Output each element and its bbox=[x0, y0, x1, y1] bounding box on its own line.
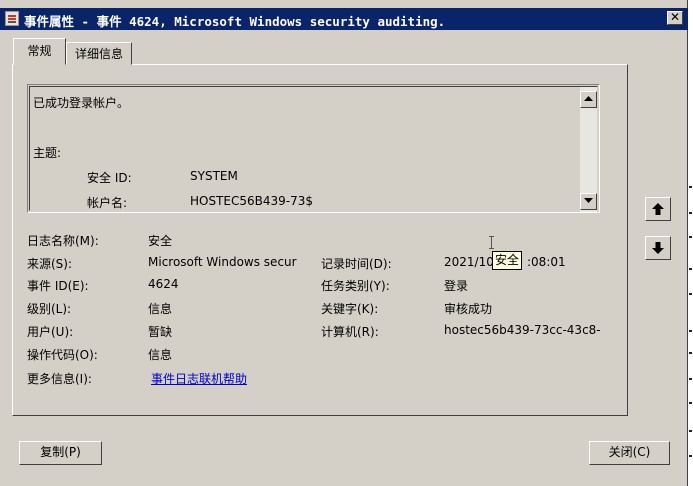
scroll-down-button[interactable] bbox=[580, 193, 597, 210]
log-name-label: 日志名称(M): bbox=[27, 234, 99, 248]
source-value[interactable]: Microsoft Windows secur bbox=[148, 255, 313, 269]
event-properties-window: 事件属性 - 事件 4624, Microsoft Windows securi… bbox=[0, 0, 688, 486]
logged-value-start[interactable]: 2021/10 bbox=[444, 255, 494, 269]
logged-value-end[interactable]: :08:01 bbox=[527, 255, 566, 269]
copy-button[interactable]: 复制(P) bbox=[19, 441, 102, 465]
description-line: 已成功登录帐户。 bbox=[33, 96, 130, 110]
level-value[interactable]: 信息 bbox=[148, 300, 172, 317]
keywords-label: 关键字(K): bbox=[321, 302, 379, 316]
description-subject-heading: 主题: bbox=[33, 146, 62, 160]
tooltip: 安全 bbox=[492, 251, 523, 270]
opcode-value[interactable]: 信息 bbox=[148, 346, 172, 363]
security-id-value: SYSTEM bbox=[190, 169, 238, 183]
close-window-button[interactable]: ✕ bbox=[667, 11, 683, 25]
task-category-value[interactable]: 登录 bbox=[444, 277, 468, 294]
scroll-down-arrow-icon bbox=[584, 198, 593, 203]
close-button[interactable]: 关闭(C) bbox=[589, 441, 670, 465]
user-label: 用户(U): bbox=[27, 325, 74, 339]
scroll-up-arrow-icon bbox=[584, 96, 593, 101]
tab-details[interactable]: 详细信息 bbox=[66, 42, 132, 65]
source-label: 来源(S): bbox=[27, 257, 73, 271]
event-description-box[interactable]: 已成功登录帐户。 主题: 安全 ID: SYSTEM 帐户名: HOSTEC56… bbox=[27, 84, 600, 213]
log-name-value[interactable]: 安全 bbox=[148, 232, 172, 249]
up-arrow-icon bbox=[652, 203, 664, 215]
window-title: 事件属性 - 事件 4624, Microsoft Windows securi… bbox=[24, 14, 446, 29]
computer-value[interactable]: hostec56b439-73cc-43c8- bbox=[444, 323, 612, 337]
logged-label: 记录时间(D): bbox=[321, 257, 392, 271]
keywords-value[interactable]: 审核成功 bbox=[444, 300, 492, 317]
opcode-label: 操作代码(O): bbox=[27, 348, 98, 362]
computer-label: 计算机(R): bbox=[321, 325, 379, 339]
title-bar[interactable]: 事件属性 - 事件 4624, Microsoft Windows securi… bbox=[0, 8, 688, 30]
scroll-up-button[interactable] bbox=[580, 91, 597, 108]
user-value[interactable]: 暂缺 bbox=[148, 323, 172, 340]
previous-event-button[interactable] bbox=[645, 197, 671, 221]
description-scrollbar[interactable] bbox=[580, 87, 597, 212]
text-cursor-icon bbox=[489, 236, 494, 249]
tab-general[interactable]: 常规 bbox=[13, 38, 66, 65]
account-name-value: HOSTEC56B439-73$ bbox=[190, 194, 314, 208]
security-id-label: 安全 ID: bbox=[87, 171, 132, 185]
down-arrow-icon bbox=[652, 242, 664, 254]
event-log-online-help-link[interactable]: 事件日志联机帮助 bbox=[151, 370, 247, 387]
task-category-label: 任务类别(Y): bbox=[321, 279, 390, 293]
event-description-inner: 已成功登录帐户。 主题: 安全 ID: SYSTEM 帐户名: HOSTEC56… bbox=[29, 86, 598, 212]
event-id-label: 事件 ID(E): bbox=[27, 279, 89, 293]
background-window-edge bbox=[688, 0, 693, 486]
account-name-label: 帐户名: bbox=[87, 196, 128, 210]
level-label: 级别(L): bbox=[27, 302, 72, 316]
event-properties-icon bbox=[5, 11, 19, 26]
next-event-button[interactable] bbox=[645, 236, 671, 260]
event-id-value[interactable]: 4624 bbox=[148, 277, 179, 291]
more-info-label: 更多信息(I): bbox=[27, 372, 92, 386]
